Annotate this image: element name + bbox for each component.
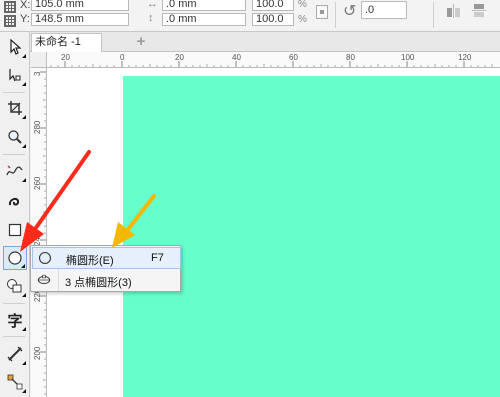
width-icon: ↔ <box>147 0 158 10</box>
polygon-shapes-icon <box>7 279 22 293</box>
ruler-tick-label: 20 <box>61 53 70 62</box>
crop-icon <box>8 101 22 115</box>
ruler-tick-label: 80 <box>346 53 355 62</box>
x-position-field[interactable]: 105.0 mm <box>31 0 129 11</box>
separator <box>433 2 434 28</box>
rotate-icon: ↺ <box>343 3 357 20</box>
ruler-origin[interactable] <box>31 52 47 68</box>
y-position-field[interactable]: 148.5 mm <box>31 13 129 26</box>
object-origin-icon[interactable] <box>4 1 18 27</box>
ruler-tick-label: 0 <box>120 53 125 62</box>
ruler-tick-label: 260 <box>33 176 42 190</box>
artistic-brush-icon <box>8 197 20 206</box>
text-tool-glyph: 字 <box>7 312 23 330</box>
scale-height-field[interactable]: 100.0 <box>252 13 294 26</box>
horizontal-ruler[interactable]: 20 0 20 40 60 80 100 120 <box>47 52 500 68</box>
lock-ratio-icon[interactable] <box>316 5 328 19</box>
rectangle-icon <box>8 223 22 237</box>
connector-icon <box>7 374 23 390</box>
scale-width-percent: % <box>298 0 307 10</box>
rotation-field[interactable]: .0 <box>361 1 407 19</box>
scale-width-field[interactable]: 100.0 <box>252 0 294 11</box>
ellipse-tool-flyout: 椭圆形(E) F7 3 点椭圆形(3) <box>30 245 181 292</box>
ruler-tick-label: 100 <box>401 53 415 62</box>
freehand-icon <box>6 165 23 176</box>
ruler-tick-label: 20 <box>175 53 184 62</box>
ruler-tick-label: 200 <box>33 346 42 360</box>
shortcut-label: F7 <box>151 252 164 264</box>
zoom-tool[interactable] <box>3 125 27 149</box>
toolbox: 字 <box>0 32 30 397</box>
flyout-item-label: 3 点椭圆形(3) <box>65 277 132 289</box>
shape-node-icon <box>9 69 21 82</box>
freehand-tool[interactable] <box>3 159 27 183</box>
ruler-tick-label: 40 <box>232 53 241 62</box>
pick-tool[interactable] <box>3 35 27 59</box>
separator <box>335 2 336 28</box>
three-point-ellipse-icon <box>37 274 51 284</box>
height-field[interactable]: .0 mm <box>162 13 246 26</box>
add-tab-icon[interactable]: + <box>134 34 148 49</box>
horizontal-ruler-ticks <box>50 61 493 67</box>
crop-tool[interactable] <box>3 96 27 120</box>
connector-tool[interactable] <box>3 370 27 394</box>
flyout-item-label: 椭圆形(E) <box>66 255 114 267</box>
ruler-tick-label: 3 <box>33 71 42 76</box>
ellipse-icon <box>38 251 52 265</box>
ruler-tick-label: 120 <box>458 53 472 62</box>
y-label: Y: <box>20 13 30 25</box>
height-icon: ↕ <box>148 12 154 24</box>
ellipse-tool[interactable] <box>3 246 27 270</box>
artistic-media-tool[interactable] <box>3 189 27 213</box>
scale-height-percent: % <box>298 14 307 25</box>
rectangle-tool[interactable] <box>3 218 27 242</box>
dimension-icon <box>7 346 23 362</box>
document-tab[interactable]: 未命名 -1 <box>31 33 102 52</box>
parallel-dimension-tool[interactable] <box>3 342 27 366</box>
flyout-item-ellipse[interactable]: 椭圆形(E) F7 <box>32 247 181 269</box>
width-field[interactable]: .0 mm <box>162 0 246 11</box>
polygon-tool[interactable] <box>3 274 27 298</box>
property-bar: X: 105.0 mm Y: 148.5 mm ↔ .0 mm ↕ .0 mm … <box>0 0 500 32</box>
document-page[interactable] <box>123 76 500 397</box>
mirror-horizontal-icon[interactable] <box>446 4 462 18</box>
x-label: X: <box>20 0 31 11</box>
magnifier-icon <box>8 130 22 144</box>
pointer-icon <box>10 39 22 55</box>
ruler-tick-label: 280 <box>33 120 42 134</box>
ruler-tick-label: 240 <box>33 232 42 246</box>
document-tab-bar: 未命名 -1 + <box>30 32 500 52</box>
shape-tool[interactable] <box>3 63 27 87</box>
text-tool[interactable]: 字 <box>3 308 27 332</box>
flyout-item-3-point-ellipse[interactable]: 3 点椭圆形(3) <box>32 270 181 292</box>
ruler-tick-label: 60 <box>289 53 298 62</box>
vertical-ruler[interactable]: 3 280 260 240 220 200 <box>31 68 47 397</box>
mirror-vertical-icon[interactable] <box>472 4 488 18</box>
